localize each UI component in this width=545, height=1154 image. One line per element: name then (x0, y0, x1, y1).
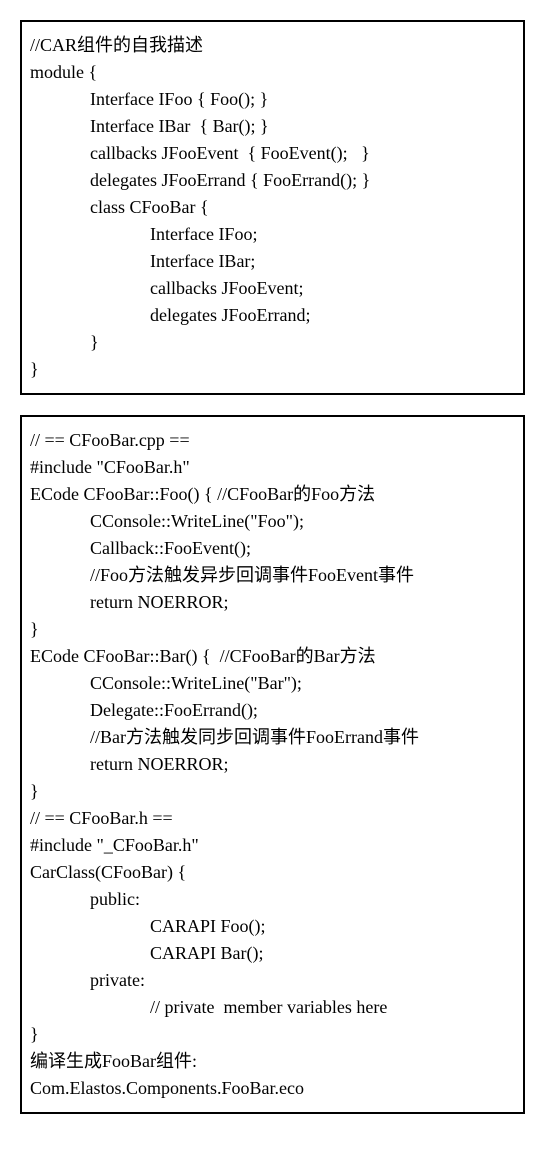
code-line: return NOERROR; (30, 589, 515, 616)
code-line: delegates JFooErrand { FooErrand(); } (30, 167, 515, 194)
code-line: CConsole::WriteLine("Foo"); (30, 508, 515, 535)
code-line: } (30, 356, 515, 383)
code-line: delegates JFooErrand; (30, 302, 515, 329)
code-line: Com.Elastos.Components.FooBar.eco (30, 1075, 515, 1102)
code-line: Interface IBar; (30, 248, 515, 275)
code-line: CARAPI Foo(); (30, 913, 515, 940)
code-box-2: // == CFooBar.cpp == #include "CFooBar.h… (20, 415, 525, 1114)
code-line: module { (30, 59, 515, 86)
code-line: private: (30, 967, 515, 994)
code-line: ECode CFooBar::Bar() { //CFooBar的Bar方法 (30, 643, 515, 670)
code-line: Interface IFoo { Foo(); } (30, 86, 515, 113)
code-line: 编译生成FooBar组件: (30, 1048, 515, 1075)
code-line: public: (30, 886, 515, 913)
code-line: //CAR组件的自我描述 (30, 32, 515, 59)
code-line: } (30, 778, 515, 805)
code-line: callbacks JFooEvent { FooEvent(); } (30, 140, 515, 167)
code-line: // private member variables here (30, 994, 515, 1021)
code-line: Interface IBar { Bar(); } (30, 113, 515, 140)
code-line: Delegate::FooErrand(); (30, 697, 515, 724)
code-line: class CFooBar { (30, 194, 515, 221)
code-line: callbacks JFooEvent; (30, 275, 515, 302)
code-line: } (30, 616, 515, 643)
code-line: Callback::FooEvent(); (30, 535, 515, 562)
code-line: CarClass(CFooBar) { (30, 859, 515, 886)
code-line: return NOERROR; (30, 751, 515, 778)
code-line: //Bar方法触发同步回调事件FooErrand事件 (30, 724, 515, 751)
code-line: // == CFooBar.h == (30, 805, 515, 832)
code-line: } (30, 329, 515, 356)
code-box-1: //CAR组件的自我描述 module { Interface IFoo { F… (20, 20, 525, 395)
code-line: #include "_CFooBar.h" (30, 832, 515, 859)
code-line: Interface IFoo; (30, 221, 515, 248)
code-line: #include "CFooBar.h" (30, 454, 515, 481)
code-line: // == CFooBar.cpp == (30, 427, 515, 454)
code-line: //Foo方法触发异步回调事件FooEvent事件 (30, 562, 515, 589)
code-line: ECode CFooBar::Foo() { //CFooBar的Foo方法 (30, 481, 515, 508)
code-line: CConsole::WriteLine("Bar"); (30, 670, 515, 697)
code-line: CARAPI Bar(); (30, 940, 515, 967)
code-line: } (30, 1021, 515, 1048)
